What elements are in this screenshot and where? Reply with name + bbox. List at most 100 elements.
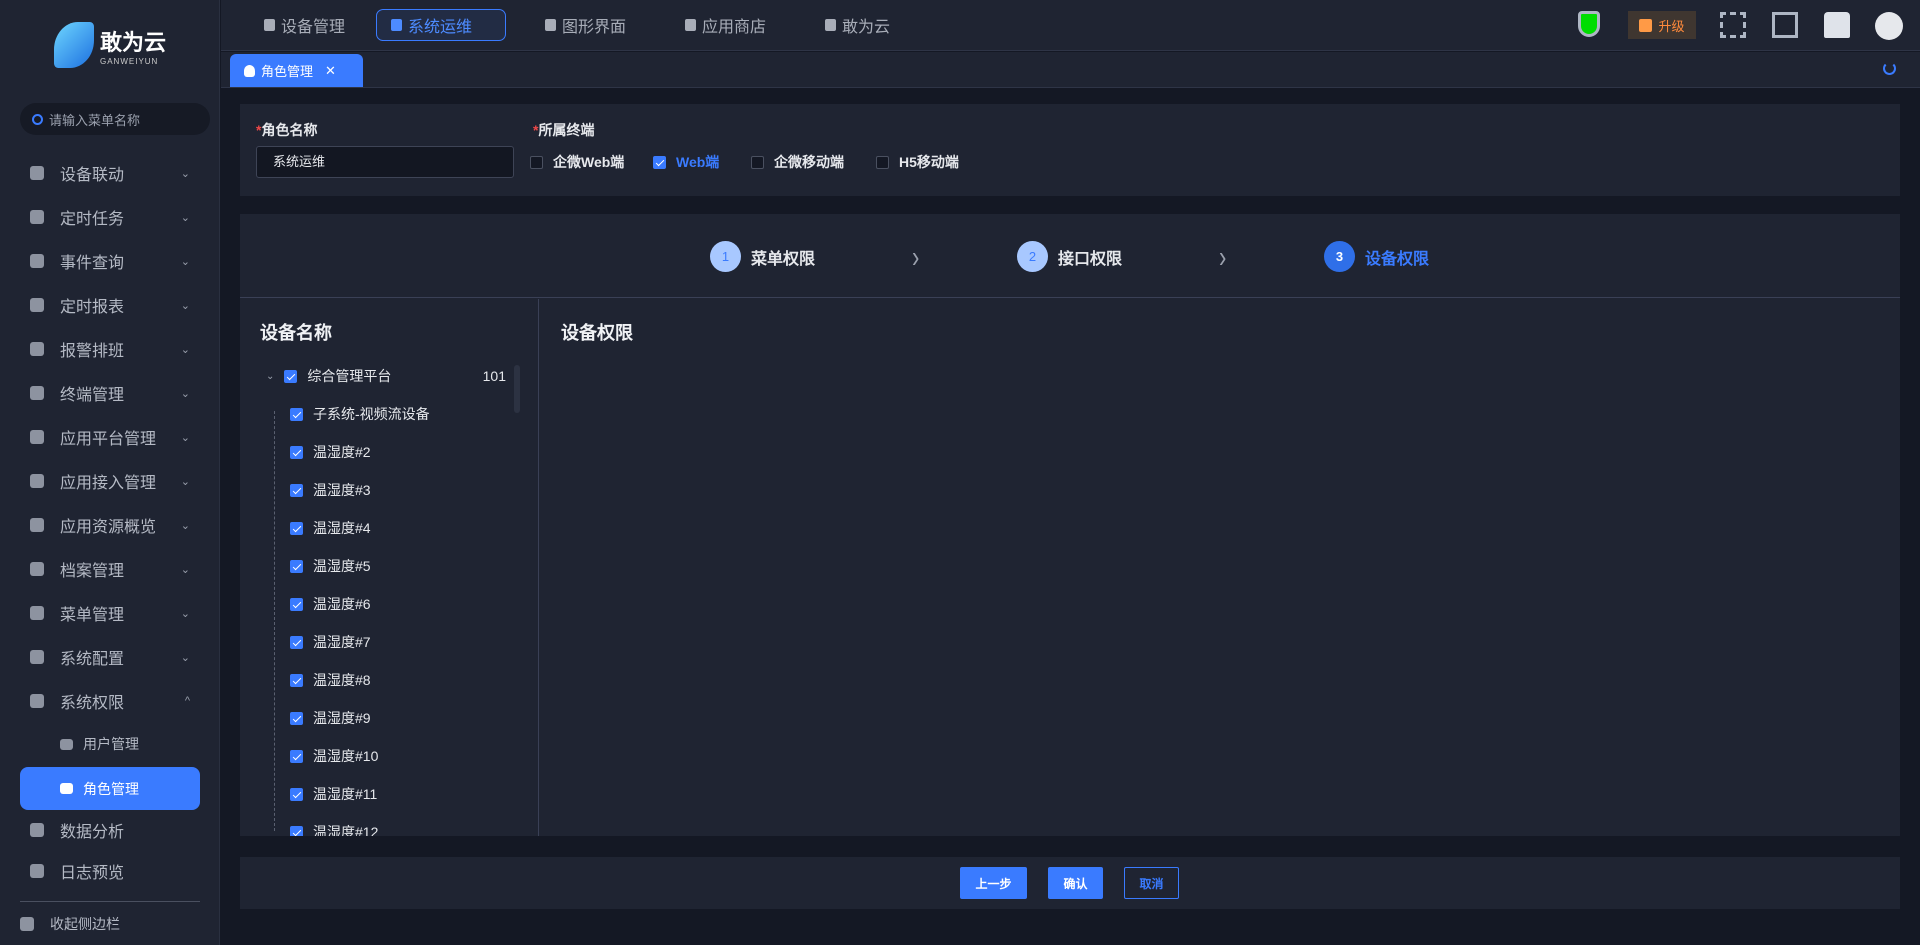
sidebar-item[interactable]: 系统权限 ^ (20, 681, 200, 721)
chevron-icon: ⌄ (180, 431, 190, 444)
tab-system-ops[interactable]: 系统运维 (376, 9, 506, 41)
sidebar-item[interactable]: 报警排班 ⌄ (20, 329, 200, 369)
root-checkbox[interactable] (284, 369, 298, 383)
tree-root-node[interactable]: ⌄ 综合管理平台 101 (266, 366, 506, 386)
monitor-icon (545, 19, 556, 31)
pie-chart-icon (30, 823, 44, 837)
chevron-down-icon[interactable]: ⌄ (266, 371, 274, 382)
security-shield-icon[interactable] (1578, 11, 1600, 37)
sidebar-item[interactable]: 事件查询 ⌄ (20, 241, 200, 281)
role-name-label: *角色名称 (256, 122, 318, 138)
sidebar-item[interactable]: 应用接入管理 ⌄ (20, 461, 200, 501)
checkbox[interactable] (530, 155, 543, 169)
chevron-icon: ⌄ (180, 607, 190, 620)
tree-node[interactable]: 温湿度#4 (290, 518, 371, 538)
tab-graphics[interactable]: 图形界面 (531, 9, 640, 41)
checkbox[interactable] (290, 483, 303, 497)
checkbox[interactable] (290, 407, 303, 421)
checkbox[interactable] (290, 635, 303, 649)
step-device-permission[interactable]: 3 设备权限 (1324, 241, 1429, 272)
refresh-icon[interactable] (1883, 62, 1896, 75)
sidebar-item[interactable]: 数据分析 (20, 810, 200, 850)
checkbox[interactable] (290, 749, 303, 763)
sidebar-item[interactable]: 定时任务 ⌄ (20, 197, 200, 237)
tree-node[interactable]: 温湿度#3 (290, 480, 371, 500)
theme-shirt-icon[interactable] (1824, 12, 1850, 38)
collapse-icon (20, 917, 34, 931)
role-form: *角色名称 系统运维 *所属终端 企微Web端 Web端 企微移动端 H5移动端 (240, 104, 1900, 196)
tree-node[interactable]: 温湿度#2 (290, 442, 371, 462)
tree-node[interactable]: 子系统-视频流设备 (290, 404, 430, 424)
permission-steps-panel: 1 菜单权限 › 2 接口权限 › 3 设备权限 设备名称 ⌄ 综合管理平台 101 … (240, 214, 1900, 836)
terminal-label: *所属终端 (533, 122, 595, 138)
tree-node[interactable]: 温湿度#9 (290, 708, 371, 728)
tree-node[interactable]: 温湿度#8 (290, 670, 371, 690)
tree-scrollbar[interactable] (514, 365, 520, 413)
prev-step-button[interactable]: 上一步 (960, 867, 1027, 899)
checkbox[interactable] (290, 711, 303, 725)
sidebar-item[interactable]: 应用资源概览 ⌄ (20, 505, 200, 545)
butterfly-logo-icon (54, 22, 94, 68)
page-tab-role-management[interactable]: 角色管理 ✕ (230, 54, 363, 87)
page-tab-bar: 角色管理 ✕ (221, 52, 1920, 88)
tree-node[interactable]: 温湿度#10 (290, 746, 378, 766)
terminal-option[interactable]: H5移动端 (876, 152, 959, 172)
fullscreen-icon[interactable] (1720, 12, 1746, 38)
search-icon (32, 113, 43, 125)
tab-ganweiyun[interactable]: 敢为云 (811, 9, 904, 41)
terminal-option[interactable]: 企微Web端 (530, 152, 624, 172)
checkbox[interactable] (290, 825, 303, 836)
tree-node[interactable]: 温湿度#7 (290, 632, 371, 652)
step-menu-permission[interactable]: 1 菜单权限 (710, 241, 815, 272)
tree-node[interactable]: 温湿度#12 (290, 822, 378, 836)
sidebar-item[interactable]: 日志预览 (20, 851, 200, 891)
role-name-input[interactable]: 系统运维 (256, 146, 514, 178)
checkbox[interactable] (290, 445, 303, 459)
checkbox[interactable] (876, 155, 889, 169)
terminal-option[interactable]: 企微移动端 (751, 152, 844, 172)
chevron-right-icon: › (1219, 238, 1227, 274)
tab-app-store[interactable]: 应用商店 (671, 9, 780, 41)
upgrade-icon (1639, 18, 1653, 32)
sidebar-item[interactable]: 系统配置 ⌄ (20, 637, 200, 677)
sidebar-item[interactable]: 定时报表 ⌄ (20, 285, 200, 325)
sidebar-item[interactable]: 菜单管理 ⌄ (20, 593, 200, 633)
tree-node[interactable]: 温湿度#6 (290, 594, 371, 614)
sidebar: 敢为云 GANWEIYUN 请输入菜单名称 设备联动 ⌄ 定时任务 ⌄ 事件查询 ⌄ 定时报表… (0, 0, 220, 945)
step-api-permission[interactable]: 2 接口权限 (1017, 241, 1122, 272)
sidebar-subitem[interactable]: 用户管理 (20, 724, 200, 764)
logo: 敢为云 GANWEIYUN (54, 22, 166, 68)
checkbox[interactable] (751, 155, 764, 169)
menu-icon (30, 298, 44, 312)
checkbox[interactable] (290, 559, 303, 573)
document-icon (30, 864, 44, 878)
checkbox[interactable] (290, 597, 303, 611)
sidebar-item[interactable]: 应用平台管理 ⌄ (20, 417, 200, 457)
chevron-icon: ⌄ (180, 563, 190, 576)
sidebar-item[interactable]: 设备联动 ⌄ (20, 153, 200, 193)
menu-search-input[interactable]: 请输入菜单名称 (20, 103, 210, 135)
menu-icon (30, 386, 44, 400)
tab-device-management[interactable]: 设备管理 (250, 9, 359, 41)
sidebar-item[interactable]: 终端管理 ⌄ (20, 373, 200, 413)
menu-icon (30, 518, 44, 532)
avatar[interactable] (1875, 12, 1903, 40)
screen-frame-icon[interactable] (1772, 12, 1798, 38)
tree-node[interactable]: 温湿度#11 (290, 784, 377, 804)
tree-guide-line (274, 411, 275, 831)
checkbox[interactable] (653, 155, 666, 169)
footer-actions: 上一步 确认 取消 (240, 857, 1900, 909)
checkbox[interactable] (290, 787, 303, 801)
sidebar-subitem[interactable]: 角色管理 (20, 767, 200, 810)
cancel-button[interactable]: 取消 (1124, 867, 1179, 899)
close-icon[interactable]: ✕ (325, 63, 336, 79)
checkbox[interactable] (290, 673, 303, 687)
terminal-option[interactable]: Web端 (653, 152, 719, 172)
confirm-button[interactable]: 确认 (1048, 867, 1103, 899)
upgrade-button[interactable]: 升级 (1628, 11, 1696, 39)
device-name-heading: 设备名称 (260, 323, 332, 343)
collapse-sidebar-button[interactable]: 收起侧边栏 (20, 904, 200, 944)
sidebar-item[interactable]: 档案管理 ⌄ (20, 549, 200, 589)
checkbox[interactable] (290, 521, 303, 535)
tree-node[interactable]: 温湿度#5 (290, 556, 371, 576)
